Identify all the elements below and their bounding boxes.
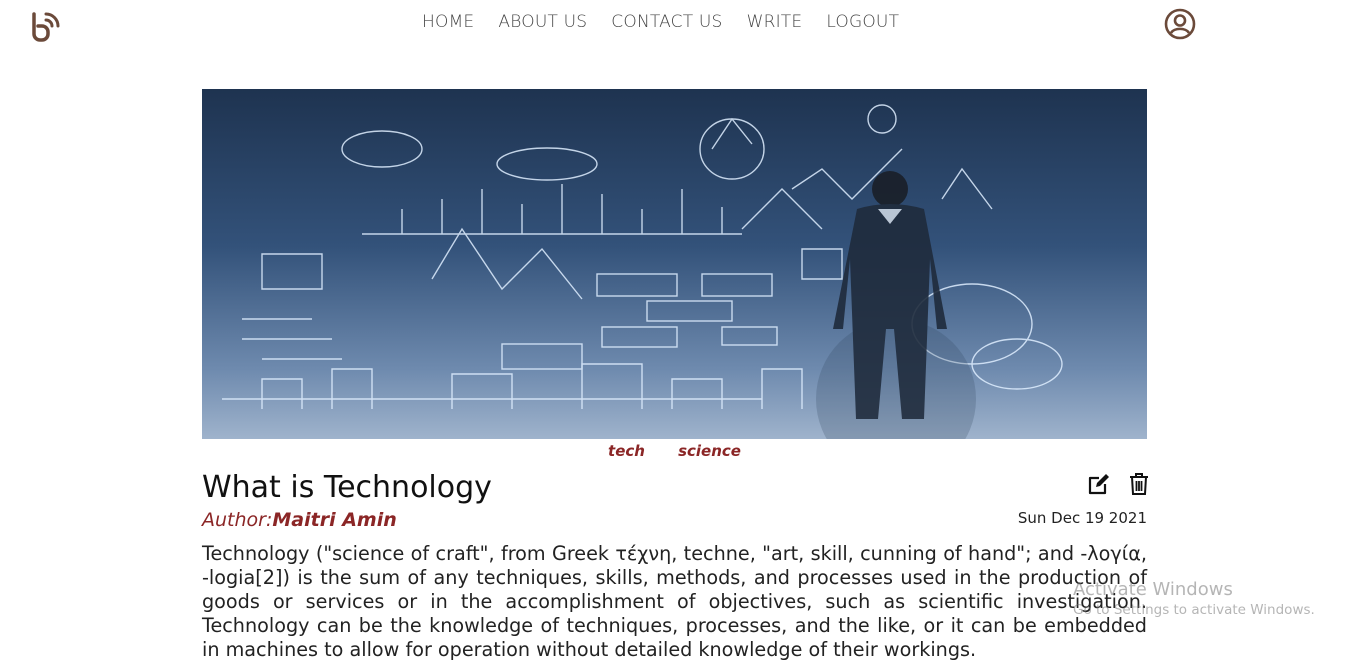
- tag-tech[interactable]: tech: [608, 442, 645, 460]
- post-date: Sun Dec 19 2021: [1017, 509, 1147, 527]
- nav-write[interactable]: WRITE: [747, 12, 803, 32]
- windows-activation-watermark: Activate Windows Go to Settings to activ…: [1073, 579, 1315, 618]
- blogger-logo-icon[interactable]: [28, 8, 62, 42]
- post-author: Author:Maitri Amin: [202, 509, 397, 531]
- post-tags: tech science: [0, 441, 1349, 460]
- post-actions: [1087, 472, 1151, 496]
- trash-icon[interactable]: [1127, 472, 1151, 496]
- nav-home[interactable]: HOME: [422, 12, 474, 32]
- tag-science[interactable]: science: [678, 442, 741, 460]
- author-name[interactable]: Maitri Amin: [272, 509, 396, 531]
- watermark-subtitle: Go to Settings to activate Windows.: [1073, 602, 1315, 618]
- edit-icon[interactable]: [1087, 472, 1111, 496]
- watermark-title: Activate Windows: [1073, 579, 1233, 600]
- post-body: Technology ("science of craft", from Gre…: [202, 542, 1147, 661]
- post-title: What is Technology: [202, 470, 492, 505]
- main-nav: HOME ABOUT US CONTACT US WRITE LOGOUT: [422, 12, 899, 32]
- user-circle-icon[interactable]: [1164, 8, 1196, 40]
- author-label: Author:: [202, 509, 273, 531]
- post-hero-image: [202, 89, 1147, 439]
- nav-contact-us[interactable]: CONTACT US: [611, 12, 722, 32]
- nav-logout[interactable]: LOGOUT: [826, 12, 899, 32]
- top-bar: HOME ABOUT US CONTACT US WRITE LOGOUT: [0, 0, 1349, 50]
- nav-about-us[interactable]: ABOUT US: [498, 12, 587, 32]
